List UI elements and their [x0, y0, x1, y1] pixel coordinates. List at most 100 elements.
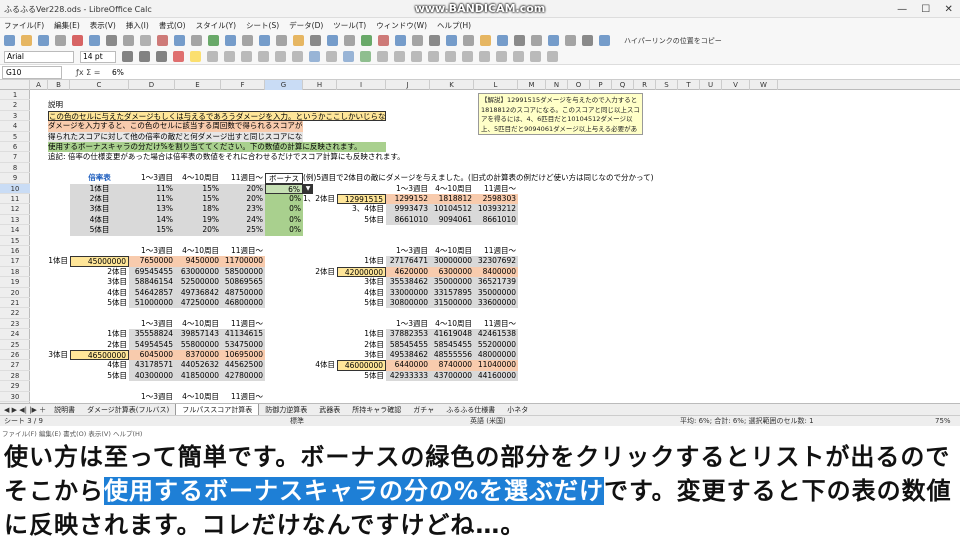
toolbar-icon[interactable]: [123, 35, 134, 46]
row-header[interactable]: 14: [0, 225, 30, 236]
toolbar-icon[interactable]: [174, 35, 185, 46]
toolbar-icon[interactable]: [4, 35, 15, 46]
format-icon[interactable]: [394, 51, 405, 62]
column-header[interactable]: W: [750, 80, 778, 90]
font-name-box[interactable]: Arial: [4, 50, 74, 63]
bonus-select[interactable]: 0%: [265, 214, 303, 226]
column-header[interactable]: F: [221, 80, 265, 90]
row-header[interactable]: 5: [0, 132, 30, 142]
row-header[interactable]: 10: [0, 183, 30, 194]
row-header[interactable]: 28: [0, 371, 30, 382]
toolbar-icon[interactable]: [157, 35, 168, 46]
format-icon[interactable]: [530, 51, 541, 62]
toolbar-icon[interactable]: [497, 35, 508, 46]
row-header[interactable]: 21: [0, 298, 30, 309]
row-header[interactable]: 11: [0, 194, 30, 205]
format-icon[interactable]: [479, 51, 490, 62]
column-header[interactable]: D: [129, 80, 175, 90]
toolbar-icon[interactable]: [514, 35, 525, 46]
format-icon[interactable]: [156, 51, 167, 62]
toolbar-icon[interactable]: [242, 35, 253, 46]
toolbar-icon[interactable]: [72, 35, 83, 46]
column-header[interactable]: A: [30, 80, 48, 90]
toolbar-icon[interactable]: [208, 35, 219, 46]
sheet-tab[interactable]: ガチャ: [407, 404, 440, 416]
row-header[interactable]: 18: [0, 267, 30, 278]
sheet-tab[interactable]: 所持キャラ確認: [346, 404, 407, 416]
format-icon[interactable]: [547, 51, 558, 62]
damage-input[interactable]: 45000000: [70, 256, 129, 267]
row-header[interactable]: 30: [0, 392, 30, 402]
format-icon[interactable]: [513, 51, 524, 62]
toolbar-icon[interactable]: [395, 35, 406, 46]
toolbar-icon[interactable]: [548, 35, 559, 46]
tab-nav-icon[interactable]: ◀ ▶ ◀| |▶ ＋: [4, 405, 46, 415]
toolbar-icon[interactable]: [191, 35, 202, 46]
row-header[interactable]: 20: [0, 288, 30, 298]
format-icon[interactable]: [411, 51, 422, 62]
column-header[interactable]: U: [700, 80, 722, 90]
menu-item[interactable]: 挿入(I): [126, 20, 149, 31]
row-header[interactable]: 19: [0, 277, 30, 288]
format-icon[interactable]: [462, 51, 473, 62]
column-header[interactable]: K: [430, 80, 474, 90]
column-header[interactable]: G: [265, 80, 303, 90]
bonus-select[interactable]: 0%: [265, 204, 303, 215]
damage-input[interactable]: 46500000: [70, 350, 129, 361]
toolbar-icon[interactable]: [429, 35, 440, 46]
format-icon[interactable]: [428, 51, 439, 62]
row-header[interactable]: 12: [0, 204, 30, 215]
column-header[interactable]: E: [175, 80, 221, 90]
sheet-tab[interactable]: 説明書: [48, 404, 81, 416]
column-header[interactable]: V: [722, 80, 750, 90]
row-header[interactable]: 13: [0, 215, 30, 226]
row-header[interactable]: 4: [0, 121, 30, 132]
example-input[interactable]: 12991515: [337, 194, 386, 205]
menu-item[interactable]: データ(D): [289, 20, 323, 31]
menu-item[interactable]: ウィンドウ(W): [376, 20, 427, 31]
column-header[interactable]: C: [70, 80, 129, 90]
row-header[interactable]: 22: [0, 308, 30, 319]
format-icon[interactable]: [258, 51, 269, 62]
name-box[interactable]: G10: [2, 65, 62, 79]
formula-input[interactable]: 6%: [112, 68, 124, 77]
row-header[interactable]: 23: [0, 319, 30, 330]
menu-item[interactable]: ツール(T): [333, 20, 366, 31]
menu-item[interactable]: ヘルプ(H): [437, 20, 471, 31]
row-header[interactable]: 27: [0, 360, 30, 371]
row-header[interactable]: 25: [0, 340, 30, 350]
format-icon[interactable]: [292, 51, 303, 62]
toolbar-icon[interactable]: [21, 35, 32, 46]
row-header[interactable]: 1: [0, 90, 30, 101]
format-icon[interactable]: [326, 51, 337, 62]
sheet-tab[interactable]: 防御力逆算表: [259, 404, 313, 416]
toolbar-icon[interactable]: [531, 35, 542, 46]
menu-item[interactable]: スタイル(Y): [196, 20, 236, 31]
format-icon[interactable]: [139, 51, 150, 62]
dropdown-arrow-icon[interactable]: ▼: [303, 183, 313, 194]
column-header[interactable]: M: [518, 80, 546, 90]
toolbar-icon[interactable]: [38, 35, 49, 46]
toolbar-icon[interactable]: [89, 35, 100, 46]
column-header[interactable]: O: [568, 80, 590, 90]
column-header[interactable]: J: [386, 80, 430, 90]
row-header[interactable]: 15: [0, 236, 30, 246]
format-icon[interactable]: [309, 51, 320, 62]
format-icon[interactable]: [207, 51, 218, 62]
row-header[interactable]: 7: [0, 152, 30, 163]
row-header[interactable]: 3: [0, 111, 30, 122]
column-header[interactable]: L: [474, 80, 518, 90]
column-header[interactable]: B: [48, 80, 70, 90]
format-icon[interactable]: [224, 51, 235, 62]
toolbar-icon[interactable]: [293, 35, 304, 46]
damage-input[interactable]: 46000000: [337, 360, 386, 371]
row-header[interactable]: 17: [0, 256, 30, 267]
function-wizard-icon[interactable]: ƒx Σ =: [76, 68, 112, 77]
column-header[interactable]: I: [337, 80, 386, 90]
menu-item[interactable]: 表示(V): [90, 20, 116, 31]
sheet-tab[interactable]: 小ネタ: [501, 404, 534, 416]
menu-item[interactable]: 編集(E): [54, 20, 80, 31]
toolbar-icon[interactable]: [310, 35, 321, 46]
toolbar-icon[interactable]: [480, 35, 491, 46]
toolbar-icon[interactable]: [344, 35, 355, 46]
